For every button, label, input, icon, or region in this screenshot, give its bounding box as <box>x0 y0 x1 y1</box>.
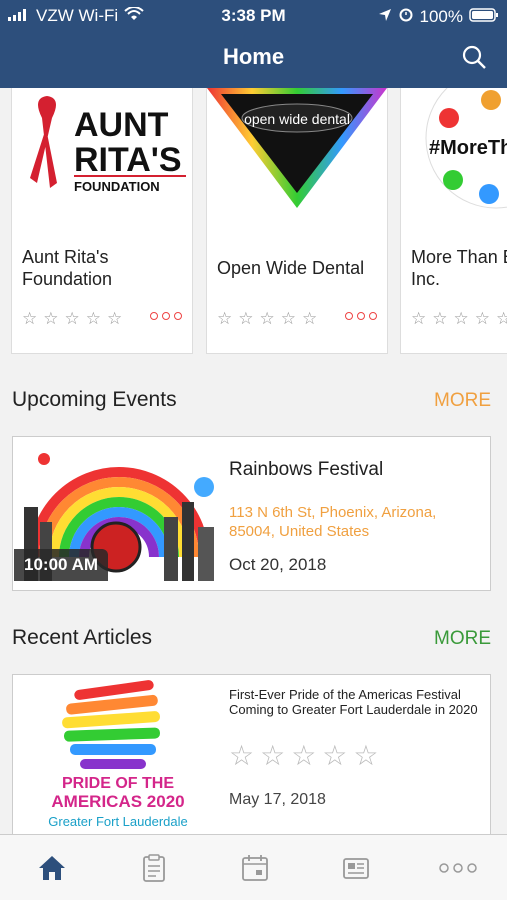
event-title: Rainbows Festival <box>229 459 384 480</box>
organization-carousel[interactable]: AUNT RITA'S FOUNDATION Aunt Rita's Found… <box>0 88 507 356</box>
tab-bar <box>0 834 507 900</box>
top-bar: VZW Wi-Fi 3:38 PM 100% Home <box>0 0 507 88</box>
article-date: May 17, 2018 <box>229 791 326 808</box>
rating-stars[interactable]: ☆☆☆☆☆ <box>22 309 128 329</box>
article-image: PRIDE OF THE AMERICAS 2020 Greater Fort … <box>14 675 218 834</box>
event-time-badge: 10:00 AM <box>14 549 109 581</box>
organization-name: Open Wide Dental <box>217 258 365 278</box>
events-more-link[interactable]: MORE <box>434 390 491 412</box>
event-card[interactable]: 10:00 AM Rainbows Festival 113 N 6th St,… <box>12 436 491 591</box>
more-dots-icon[interactable] <box>438 853 478 883</box>
articles-more-link[interactable]: MORE <box>434 628 491 650</box>
more-options-icon[interactable] <box>345 312 377 320</box>
battery-icon <box>469 7 499 27</box>
more-than-bars-logo: #MoreTha <box>401 88 507 218</box>
logo-text-americas: AMERICAS 2020 <box>51 792 184 811</box>
upcoming-events-heading: Upcoming Events <box>12 388 177 411</box>
location-icon <box>378 7 392 27</box>
page-title: Home <box>222 44 285 69</box>
article-card[interactable]: PRIDE OF THE AMERICAS 2020 Greater Fort … <box>12 674 491 834</box>
organization-name: More Than Bars, Inc. <box>411 247 507 289</box>
article-title: First-Ever Pride of the Americas Festiva… <box>229 687 478 717</box>
event-image: 10:00 AM <box>14 447 219 581</box>
organization-card[interactable]: AUNT RITA'S FOUNDATION Aunt Rita's Found… <box>11 88 193 354</box>
logo-text-location: Greater Fort Lauderdale <box>48 814 187 829</box>
home-icon[interactable] <box>37 853 67 883</box>
event-date: Oct 20, 2018 <box>229 555 327 574</box>
alarm-icon <box>398 6 414 27</box>
logo-text-foundation: FOUNDATION <box>74 179 160 194</box>
status-bar: VZW Wi-Fi 3:38 PM 100% <box>0 0 507 30</box>
open-wide-dental-logo: open wide dental <box>207 88 387 218</box>
newspaper-icon[interactable] <box>341 853 371 883</box>
aunt-ritas-logo: AUNT RITA'S FOUNDATION <box>12 88 192 218</box>
rating-stars[interactable]: ☆☆☆☆☆ <box>229 739 385 772</box>
event-address[interactable]: 113 N 6th St, Phoenix, Arizona, 85004, U… <box>229 503 479 541</box>
logo-text: open wide dental <box>244 111 350 127</box>
calendar-icon[interactable] <box>240 853 270 883</box>
clipboard-icon[interactable] <box>139 853 169 883</box>
recent-articles-heading: Recent Articles <box>12 626 153 649</box>
rating-stars[interactable]: ☆☆☆☆☆ <box>411 309 507 329</box>
battery-percent: 100% <box>419 6 463 26</box>
more-options-icon[interactable] <box>150 312 182 320</box>
rating-stars[interactable]: ☆☆☆☆☆ <box>217 309 323 329</box>
organization-card[interactable]: #MoreTha More Than Bars, Inc. ☆☆☆☆☆ <box>400 88 507 354</box>
organization-name: Aunt Rita's Foundation <box>22 247 113 289</box>
logo-text-aunt: AUNT <box>74 106 169 144</box>
logo-text-ritas: RITA'S <box>74 141 182 179</box>
search-icon[interactable] <box>461 44 487 70</box>
organization-card[interactable]: open wide dental Open Wide Dental ☆☆☆☆☆ <box>206 88 388 354</box>
logo-text-pride: PRIDE OF THE <box>62 775 174 792</box>
logo-text: #MoreTha <box>429 137 507 159</box>
